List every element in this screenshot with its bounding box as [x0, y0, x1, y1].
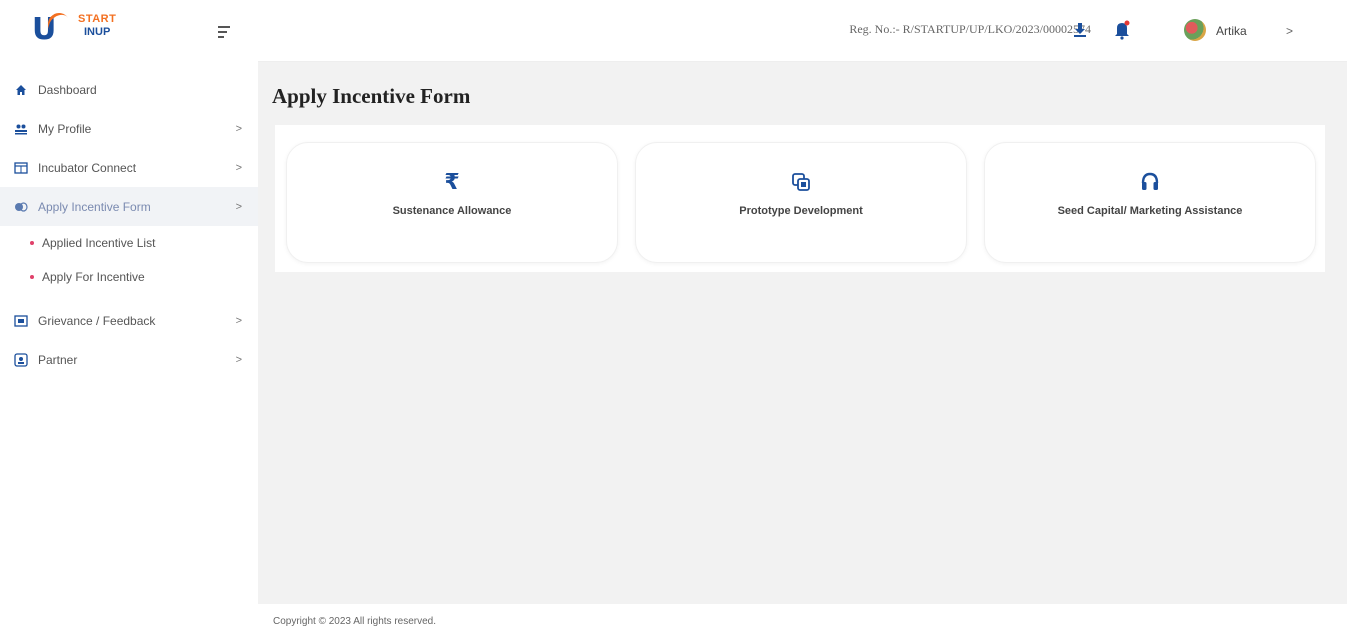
registration-number: Reg. No.:- R/STARTUP/UP/LKO/2023/0000257… [849, 22, 1091, 36]
coins-icon [14, 200, 28, 214]
home-icon [14, 83, 28, 97]
card-label: Seed Capital/ Marketing Assistance [1057, 205, 1243, 217]
sidebar-item-grievance-feedback[interactable]: Grievance / Feedback > [0, 301, 258, 340]
menu-toggle-icon[interactable] [218, 26, 232, 38]
sidebar: U START INUP Dashboard My Profile > Incu… [0, 0, 258, 633]
sidebar-item-partner[interactable]: Partner > [0, 340, 258, 379]
logo-area: U START INUP [0, 0, 258, 62]
copyright-text: Copyright © 2023 All rights reserved. [273, 616, 437, 627]
bullet-icon [30, 241, 34, 245]
download-icon[interactable] [1073, 22, 1087, 38]
card-sustenance-allowance[interactable]: ₹ Sustenance Allowance [286, 142, 618, 263]
sidebar-subitem-applied-incentive-list[interactable]: Applied Incentive List [0, 226, 258, 260]
window-icon [14, 161, 28, 175]
rupee-icon: ₹ [444, 169, 460, 195]
feedback-icon [14, 314, 28, 328]
chevron-right-icon: > [235, 200, 242, 213]
prototype-icon [791, 169, 811, 195]
incentive-cards-panel: ₹ Sustenance Allowance Prototype Develop… [275, 125, 1325, 272]
sidebar-item-dashboard[interactable]: Dashboard [0, 70, 258, 109]
sidebar-item-label: My Profile [38, 121, 92, 136]
sidebar-item-apply-incentive-form[interactable]: Apply Incentive Form > [0, 187, 258, 226]
notification-bell-icon[interactable] [1114, 20, 1130, 40]
chevron-right-icon[interactable]: > [1286, 24, 1293, 38]
page-title: Apply Incentive Form [272, 84, 471, 108]
sidebar-item-incubator-connect[interactable]: Incubator Connect > [0, 148, 258, 187]
sidebar-subitem-label: Applied Incentive List [42, 236, 156, 250]
sidebar-item-label: Grievance / Feedback [38, 313, 156, 328]
headset-icon [1140, 169, 1160, 195]
sidebar-subitem-apply-for-incentive[interactable]: Apply For Incentive [0, 260, 258, 294]
footer: Copyright © 2023 All rights reserved. [258, 604, 1347, 633]
card-label: Sustenance Allowance [392, 205, 512, 217]
sidebar-subitem-label: Apply For Incentive [42, 270, 145, 284]
chevron-right-icon: > [235, 122, 242, 135]
sidebar-item-label: Apply Incentive Form [38, 199, 151, 214]
user-name[interactable]: Artika [1216, 24, 1247, 38]
sidebar-item-label: Incubator Connect [38, 160, 137, 175]
users-icon [14, 122, 28, 136]
top-header: Reg. No.:- R/STARTUP/UP/LKO/2023/0000257… [258, 0, 1347, 62]
sidebar-item-label: Dashboard [38, 82, 97, 97]
card-label: Prototype Development [739, 205, 863, 217]
avatar[interactable] [1184, 19, 1206, 41]
card-seed-capital-marketing-assistance[interactable]: Seed Capital/ Marketing Assistance [984, 142, 1316, 263]
sidebar-nav: Dashboard My Profile > Incubator Connect… [0, 62, 258, 379]
partner-icon [14, 352, 28, 367]
main-content: Apply Incentive Form ₹ Sustenance Allowa… [258, 62, 1347, 604]
card-prototype-development[interactable]: Prototype Development [635, 142, 967, 263]
sidebar-item-label: Partner [38, 352, 78, 367]
bullet-icon [30, 275, 34, 279]
start-in-up-logo[interactable]: U START INUP [30, 8, 130, 53]
chevron-right-icon: > [235, 161, 242, 174]
chevron-right-icon: > [235, 314, 242, 327]
chevron-right-icon: > [235, 353, 242, 366]
logo-inup-text: INUP [84, 26, 111, 38]
logo-start-text: START [78, 13, 117, 25]
sidebar-item-my-profile[interactable]: My Profile > [0, 109, 258, 148]
